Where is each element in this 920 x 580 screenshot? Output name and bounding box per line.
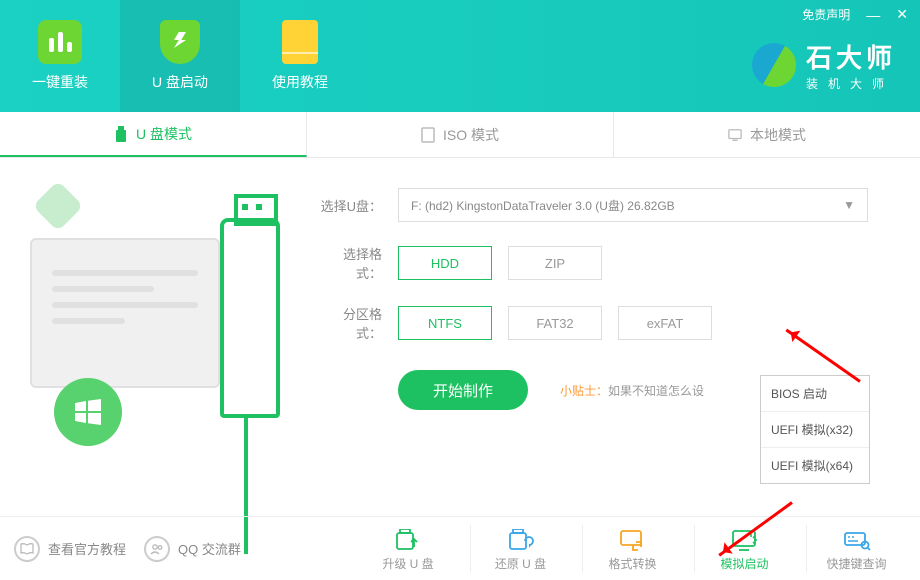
action-label: 升级 U 盘: [382, 555, 433, 572]
start-button[interactable]: 开始制作: [398, 370, 528, 410]
people-icon: [144, 536, 170, 562]
windows-circle-icon: [54, 378, 122, 446]
book-icon: [278, 20, 322, 64]
partition-exfat-button[interactable]: exFAT: [618, 306, 712, 340]
chart-bars-icon: [38, 20, 82, 64]
tab-local-mode[interactable]: 本地模式: [614, 112, 920, 157]
partition-ntfs-button[interactable]: NTFS: [398, 306, 492, 340]
official-tutorial-link[interactable]: 查看官方教程: [14, 536, 126, 562]
tip-label: 小贴士：: [560, 384, 608, 398]
titlebar: 免责声明 — ✕: [802, 6, 908, 23]
link-label: QQ 交流群: [178, 539, 241, 558]
tab-usb-mode[interactable]: U 盘模式: [0, 112, 307, 157]
windows-badge-icon: [33, 181, 84, 232]
usb-select-value: F: (hd2) KingstonDataTraveler 3.0 (U盘) 2…: [411, 197, 675, 214]
popup-uefi32[interactable]: UEFI 模拟(x32): [761, 412, 869, 448]
iso-icon: [421, 127, 435, 143]
action-simulate[interactable]: 模拟启动: [694, 525, 794, 572]
partition-label: 分区格式：: [320, 304, 382, 342]
usb-up-icon: [394, 529, 422, 551]
chevron-down-icon: ▼: [843, 198, 855, 212]
disclaimer-link[interactable]: 免责声明: [802, 6, 850, 23]
link-label: 查看官方教程: [48, 539, 126, 558]
popup-bios[interactable]: BIOS 启动: [761, 376, 869, 412]
book-open-icon: [14, 536, 40, 562]
mode-tabs: U 盘模式 ISO 模式 本地模式: [0, 112, 920, 158]
action-upgrade[interactable]: 升级 U 盘: [358, 525, 458, 572]
action-restore[interactable]: 还原 U 盘: [470, 525, 570, 572]
nav-reinstall[interactable]: 一键重装: [0, 0, 120, 112]
partition-fat32-button[interactable]: FAT32: [508, 306, 602, 340]
header: 一键重装 U 盘启动 使用教程 免责声明 — ✕ 石大师 装机大师: [0, 0, 920, 112]
action-label: 模拟启动: [720, 555, 768, 572]
monitor-icon: [728, 127, 742, 143]
nav-label: 一键重装: [32, 72, 88, 92]
qq-group-link[interactable]: QQ 交流群: [144, 536, 241, 562]
monitor-loading-icon: [731, 529, 759, 551]
format-hdd-button[interactable]: HDD: [398, 246, 492, 280]
boot-popup-menu: BIOS 启动 UEFI 模拟(x32) UEFI 模拟(x64): [760, 375, 870, 484]
brand: 石大师 装机大师: [752, 38, 896, 92]
usb-shield-icon: [158, 20, 202, 64]
usb-select[interactable]: F: (hd2) KingstonDataTraveler 3.0 (U盘) 2…: [398, 188, 868, 222]
tab-label: 本地模式: [750, 125, 806, 145]
close-button[interactable]: ✕: [896, 6, 908, 23]
select-usb-label: 选择U盘：: [320, 196, 382, 215]
action-label: 格式转换: [608, 555, 656, 572]
tab-label: U 盘模式: [136, 124, 192, 144]
popup-uefi64[interactable]: UEFI 模拟(x64): [761, 448, 869, 483]
action-convert[interactable]: 格式转换: [582, 525, 682, 572]
brand-subtitle: 装机大师: [806, 75, 896, 92]
action-hotkey[interactable]: 快捷键查询: [806, 525, 906, 572]
usb-graphic: [220, 218, 280, 418]
usb-icon: [114, 126, 128, 142]
brand-logo-icon: [744, 35, 804, 95]
format-zip-button[interactable]: ZIP: [508, 246, 602, 280]
illustration: [20, 188, 300, 528]
nav-label: U 盘启动: [152, 72, 208, 92]
monitor-graphic: [30, 238, 220, 388]
brand-title: 石大师: [806, 38, 896, 75]
convert-icon: [619, 529, 647, 551]
usb-refresh-icon: [507, 529, 535, 551]
minimize-button[interactable]: —: [866, 7, 880, 23]
bottom-bar: 查看官方教程 QQ 交流群 升级 U 盘 还原 U 盘 格式转换 模拟启动 快捷…: [0, 516, 920, 580]
nav-label: 使用教程: [272, 72, 328, 92]
select-format-label: 选择格式：: [320, 244, 382, 282]
nav-tutorial[interactable]: 使用教程: [240, 0, 360, 112]
action-label: 还原 U 盘: [495, 555, 546, 572]
keyboard-search-icon: [843, 529, 871, 551]
tab-label: ISO 模式: [443, 125, 499, 145]
bottom-actions: 升级 U 盘 还原 U 盘 格式转换 模拟启动 快捷键查询: [358, 525, 906, 572]
nav-usb-boot[interactable]: U 盘启动: [120, 0, 240, 112]
action-label: 快捷键查询: [826, 555, 886, 572]
tab-iso-mode[interactable]: ISO 模式: [307, 112, 614, 157]
